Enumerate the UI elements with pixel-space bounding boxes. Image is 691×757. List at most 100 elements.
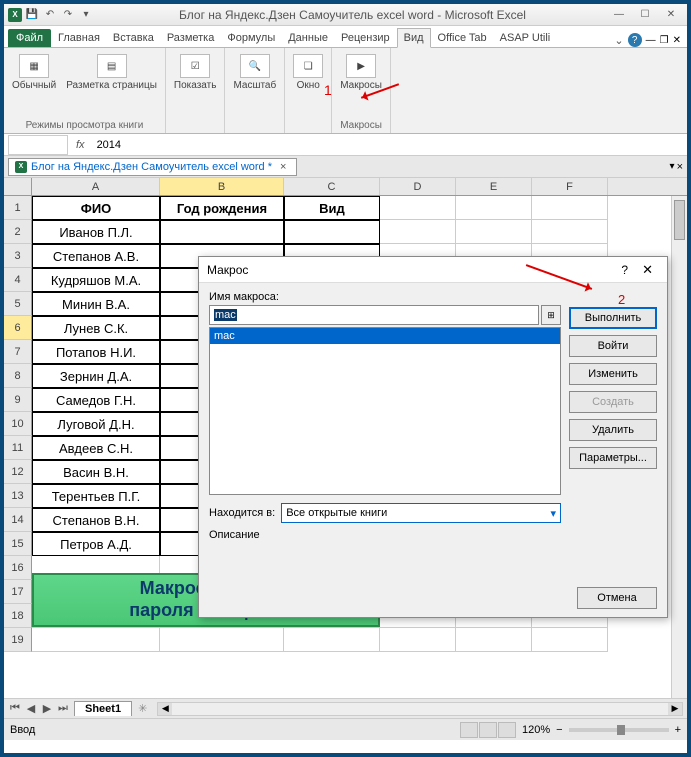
show-button[interactable]: ☑Показать [172,52,219,93]
select-all-corner[interactable] [4,178,32,195]
cell[interactable]: Васин В.Н. [32,460,160,484]
cell[interactable] [380,628,456,652]
cell[interactable] [456,220,532,244]
cell[interactable]: ФИО [32,196,160,220]
cell[interactable]: Иванов П.Л. [32,220,160,244]
row-header[interactable]: 12 [4,460,32,484]
row-header[interactable]: 8 [4,364,32,388]
cell[interactable]: Зернин Д.А. [32,364,160,388]
cell[interactable]: Кудряшов М.А. [32,268,160,292]
document-tab[interactable]: X Блог на Яндекс.Дзен Самоучитель excel … [8,158,297,176]
col-header-c[interactable]: C [284,178,380,195]
horizontal-scrollbar[interactable]: ◀▶ [157,702,683,716]
tab-insert[interactable]: Вставка [107,29,160,47]
tab-review[interactable]: Рецензир [335,29,396,47]
row-header[interactable]: 15 [4,532,32,556]
zoom-button[interactable]: 🔍Масштаб [231,52,278,93]
row-header[interactable]: 14 [4,508,32,532]
qat-more-icon[interactable]: ▾ [78,7,94,23]
sheet-prev-icon[interactable]: ◀ [24,702,38,715]
row-header[interactable]: 13 [4,484,32,508]
cell[interactable]: Потапов Н.И. [32,340,160,364]
row-header[interactable]: 17 [4,580,32,604]
new-sheet-icon[interactable]: ✳ [132,702,153,715]
step-button[interactable]: Войти [569,335,657,357]
close-icon[interactable]: ✕ [659,7,683,23]
row-header[interactable]: 6 [4,316,32,340]
col-header-a[interactable]: A [32,178,160,195]
location-select[interactable]: Все открытые книги▾ [281,503,561,523]
sheet-next-icon[interactable]: ▶ [40,702,54,715]
cell[interactable] [532,628,608,652]
cell[interactable] [456,196,532,220]
row-header[interactable]: 16 [4,556,32,580]
cancel-button[interactable]: Отмена [577,587,657,609]
macro-name-input[interactable]: mac [209,305,539,325]
tab-view[interactable]: Вид [397,28,431,48]
ribbon-minimize-icon[interactable]: ⌄ [614,34,623,47]
page-break-view-icon[interactable] [498,722,516,738]
row-header[interactable]: 10 [4,412,32,436]
cell[interactable]: Терентьев П.Г. [32,484,160,508]
macros-button[interactable]: ▶Макросы [338,52,384,93]
cell[interactable]: Луговой Д.Н. [32,412,160,436]
row-header[interactable]: 2 [4,220,32,244]
col-header-d[interactable]: D [380,178,456,195]
macro-list[interactable]: mac [209,327,561,495]
dialog-close-icon[interactable]: ✕ [636,262,659,278]
save-icon[interactable]: 💾 [24,7,40,23]
doc-close-icon[interactable]: ✕ [673,35,681,46]
zoom-level[interactable]: 120% [522,724,550,736]
formula-input[interactable] [93,135,687,155]
cell[interactable] [284,220,380,244]
tab-officetab[interactable]: Office Tab [432,29,493,47]
page-layout-view-icon[interactable] [479,722,497,738]
file-tab[interactable]: Файл [8,29,51,47]
normal-view-button[interactable]: ▦Обычный [10,52,58,93]
zoom-slider[interactable] [569,728,669,732]
zoom-in-icon[interactable]: + [675,724,681,736]
cell[interactable]: Степанов А.В. [32,244,160,268]
tab-dropdown-icon[interactable]: ▾ [670,161,675,172]
cell[interactable] [160,220,284,244]
cell[interactable] [284,628,380,652]
col-header-f[interactable]: F [532,178,608,195]
tab-data[interactable]: Данные [282,29,334,47]
col-header-e[interactable]: E [456,178,532,195]
tab-home[interactable]: Главная [52,29,106,47]
tab-asap[interactable]: ASAP Utili [494,29,557,47]
cell[interactable]: Вид [284,196,380,220]
cell[interactable] [532,196,608,220]
help-icon[interactable]: ? [628,33,642,47]
cell[interactable]: Минин В.А. [32,292,160,316]
row-header[interactable]: 3 [4,244,32,268]
cell[interactable]: Степанов В.Н. [32,508,160,532]
row-header[interactable]: 5 [4,292,32,316]
doc-minimize-icon[interactable]: — [646,35,656,46]
cell[interactable]: Авдеев С.Н. [32,436,160,460]
minimize-icon[interactable]: — [607,7,631,23]
delete-button[interactable]: Удалить [569,419,657,441]
doc-restore-icon[interactable]: ❐ [660,35,669,46]
cell[interactable] [380,220,456,244]
cell[interactable] [456,628,532,652]
maximize-icon[interactable]: ☐ [633,7,657,23]
row-header[interactable]: 19 [4,628,32,652]
cell[interactable] [532,220,608,244]
cell[interactable] [160,628,284,652]
page-layout-button[interactable]: ▤Разметка страницы [64,52,159,93]
cell[interactable] [32,628,160,652]
col-header-b[interactable]: B [160,178,284,195]
cell[interactable]: Петров А.Д. [32,532,160,556]
sheet-last-icon[interactable]: ⏭ [56,702,70,715]
row-header[interactable]: 18 [4,604,32,628]
cell[interactable]: Лунев С.К. [32,316,160,340]
normal-view-icon[interactable] [460,722,478,738]
name-box[interactable] [8,135,68,155]
window-button[interactable]: ❏Окно [291,52,325,93]
sheet-first-icon[interactable]: ⏮ [8,702,22,715]
tab-close-all-icon[interactable]: × [677,161,683,173]
tab-formulas[interactable]: Формулы [221,29,281,47]
row-header[interactable]: 4 [4,268,32,292]
row-header[interactable]: 11 [4,436,32,460]
